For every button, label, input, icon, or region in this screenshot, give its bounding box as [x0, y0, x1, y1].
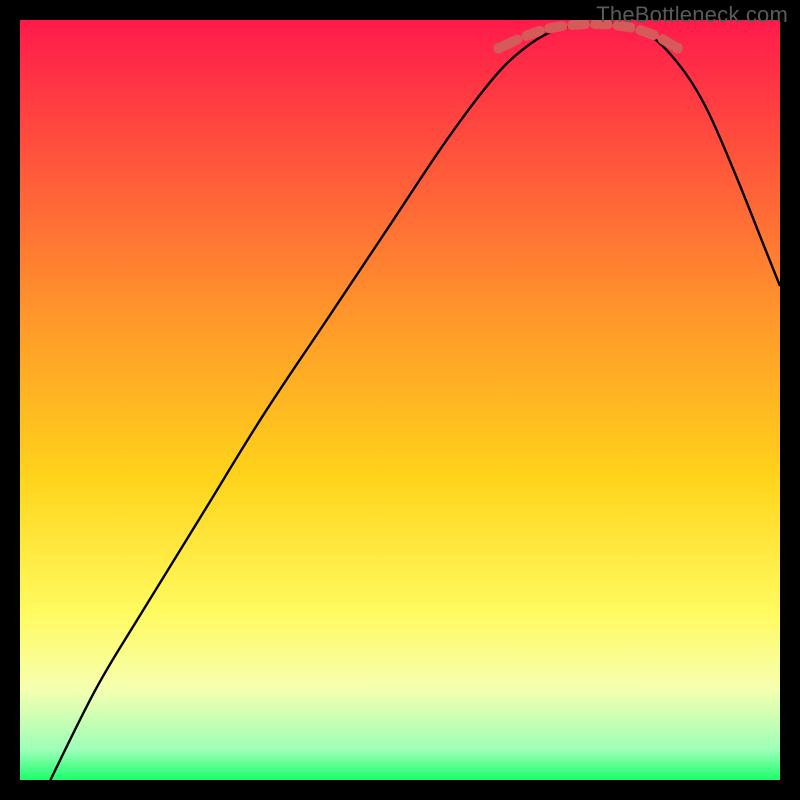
watermark-text: TheBottleneck.com: [596, 2, 788, 28]
optimal-zone-dash: [503, 40, 517, 46]
optimal-zone-dash: [640, 30, 653, 35]
optimal-zone-dash: [526, 31, 539, 36]
optimal-zone-dash: [572, 24, 585, 25]
bottleneck-chart: [20, 20, 780, 780]
optimal-zone-dash: [663, 39, 673, 45]
optimal-zone-dash: [549, 26, 562, 28]
chart-frame: [20, 20, 780, 780]
gradient-background: [20, 20, 780, 780]
